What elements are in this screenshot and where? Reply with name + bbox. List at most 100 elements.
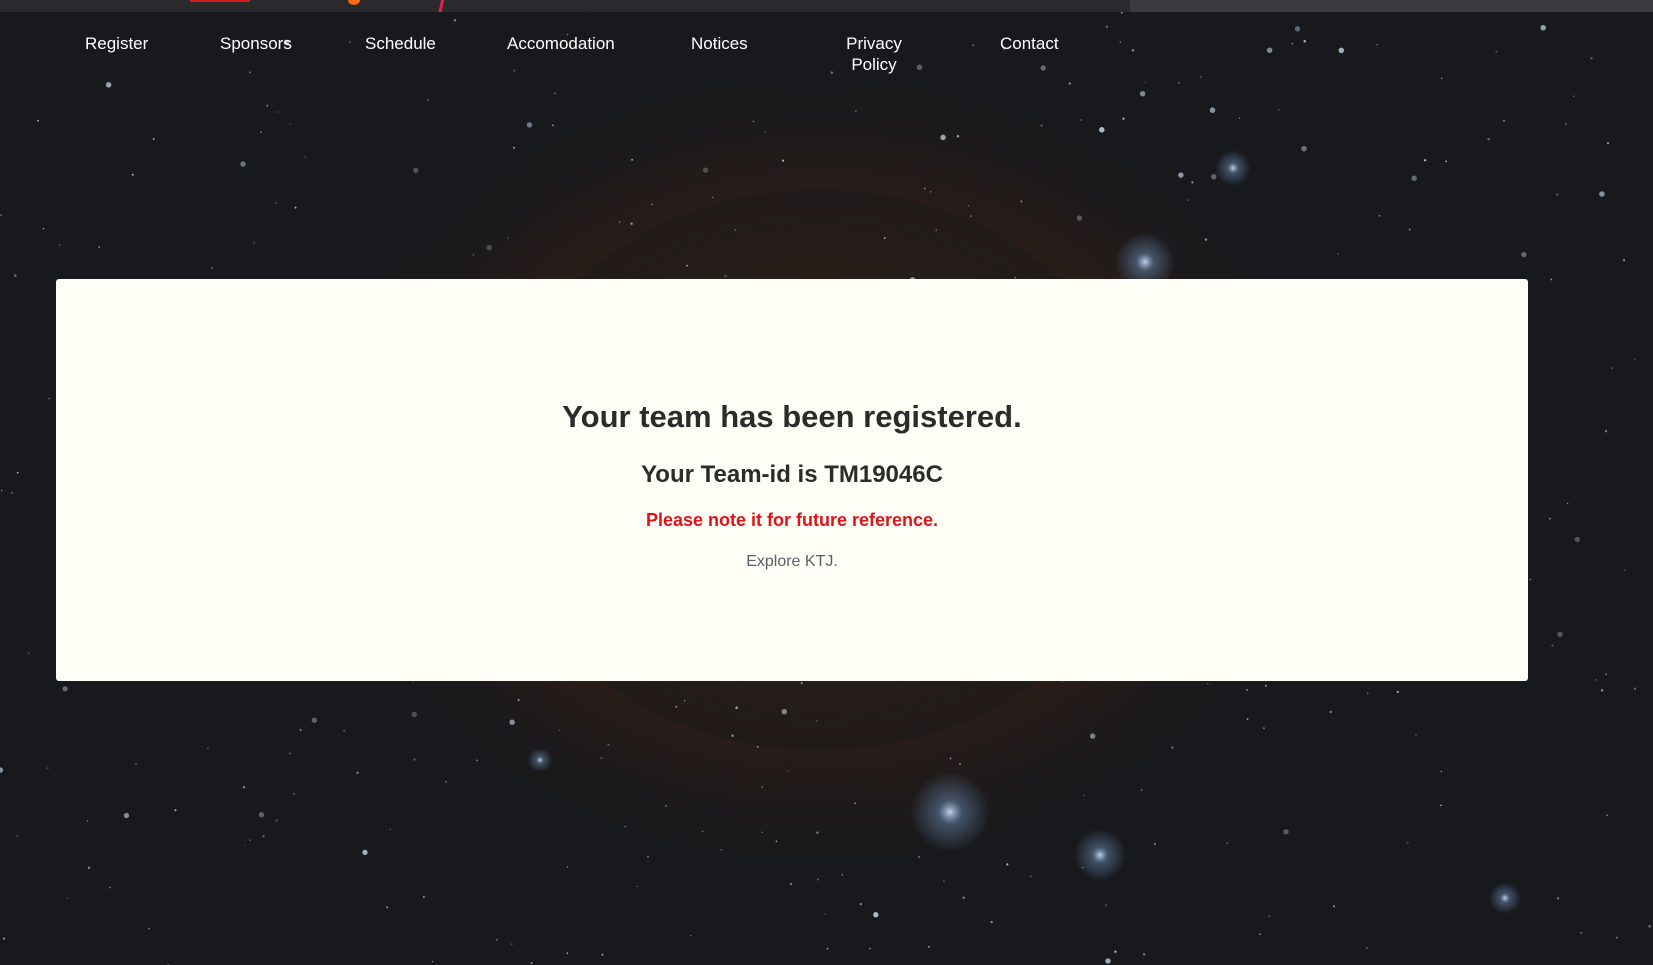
- star: [356, 771, 359, 775]
- nav-link-sponsors[interactable]: Sponsors: [220, 33, 292, 54]
- star: [826, 947, 829, 950]
- star: [134, 763, 138, 766]
- star: [816, 831, 819, 834]
- star: [389, 828, 391, 831]
- nav-link-contact[interactable]: Contact: [1000, 33, 1059, 54]
- star: [1378, 215, 1381, 217]
- star: [266, 104, 269, 107]
- star: [566, 952, 569, 955]
- star: [651, 203, 653, 206]
- star: [1268, 915, 1271, 918]
- star: [1557, 897, 1560, 900]
- nav-link-privacy-policy[interactable]: Privacy Policy: [833, 33, 915, 75]
- star: [1599, 191, 1605, 197]
- star: [816, 720, 818, 722]
- star: [0, 214, 3, 217]
- nav-link-register[interactable]: Register: [85, 33, 148, 54]
- star: [1423, 159, 1427, 162]
- star: [1258, 933, 1261, 936]
- star: [630, 222, 633, 225]
- star: [761, 831, 764, 834]
- star: [1, 489, 3, 492]
- star: [507, 237, 509, 240]
- top-header-strip: [0, 0, 1653, 12]
- star: [66, 897, 68, 899]
- star: [1178, 172, 1184, 178]
- star: [1143, 953, 1146, 956]
- star: [1105, 958, 1111, 964]
- star: [712, 196, 714, 198]
- star: [1186, 199, 1189, 202]
- star: [109, 886, 111, 889]
- star: [1191, 181, 1194, 184]
- star: [1076, 215, 1083, 221]
- star: [675, 705, 678, 708]
- nav-link-notices[interactable]: Notices: [691, 33, 748, 54]
- nav-link-schedule[interactable]: Schedule: [365, 33, 436, 54]
- star: [1549, 517, 1551, 520]
- star: [1555, 193, 1559, 196]
- star: [411, 711, 417, 718]
- star: [1081, 866, 1084, 869]
- confirmation-heading: Your team has been registered.: [562, 399, 1022, 434]
- star: [943, 880, 945, 882]
- logo-fragment: [190, 0, 250, 2]
- star: [1283, 829, 1289, 835]
- nav-link-accomodation[interactable]: Accomodation: [507, 33, 615, 54]
- star: [509, 719, 515, 725]
- star: [1551, 644, 1554, 647]
- star: [513, 146, 516, 149]
- star: [413, 167, 419, 173]
- star: [1440, 770, 1443, 773]
- star: [1020, 200, 1023, 203]
- star: [1411, 175, 1417, 182]
- star: [1211, 174, 1217, 180]
- star: [929, 191, 932, 193]
- star: [1029, 875, 1032, 878]
- star: [1634, 358, 1636, 361]
- star: [1616, 936, 1619, 939]
- star: [781, 709, 787, 715]
- star: [686, 264, 688, 267]
- star: [1408, 228, 1411, 231]
- star: [1006, 863, 1009, 866]
- star: [1207, 682, 1209, 685]
- star: [600, 756, 603, 760]
- explore-ktj-link[interactable]: Explore KTJ.: [56, 553, 1528, 571]
- star: [1204, 238, 1208, 241]
- star: [816, 878, 819, 881]
- star: [1503, 119, 1505, 122]
- star: [800, 681, 803, 685]
- star: [1648, 925, 1651, 928]
- star: [720, 848, 722, 851]
- star: [928, 945, 930, 948]
- star: [304, 155, 307, 158]
- star: [1623, 569, 1626, 572]
- star: [869, 947, 871, 950]
- star: [1572, 95, 1575, 97]
- star: [775, 840, 778, 842]
- header-right-panel: [1130, 0, 1653, 12]
- star: [2, 937, 6, 940]
- registration-confirmation-card: Your team has been registered. Your Team…: [56, 279, 1528, 681]
- star: [210, 267, 213, 269]
- star: [601, 953, 604, 956]
- star: [42, 227, 45, 230]
- star: [883, 237, 886, 240]
- star: [841, 874, 844, 876]
- reference-note: Please note it for future reference.: [645, 510, 939, 530]
- star: [10, 491, 14, 494]
- star: [956, 134, 960, 138]
- star: [431, 960, 434, 963]
- star: [690, 935, 692, 937]
- star: [752, 120, 755, 123]
- star: [949, 757, 952, 760]
- star: [14, 274, 17, 277]
- star: [1122, 117, 1125, 120]
- star: [422, 896, 425, 898]
- star: [873, 912, 879, 918]
- star: [206, 747, 209, 750]
- star: [48, 397, 50, 400]
- star: [962, 896, 965, 899]
- star: [1595, 679, 1597, 681]
